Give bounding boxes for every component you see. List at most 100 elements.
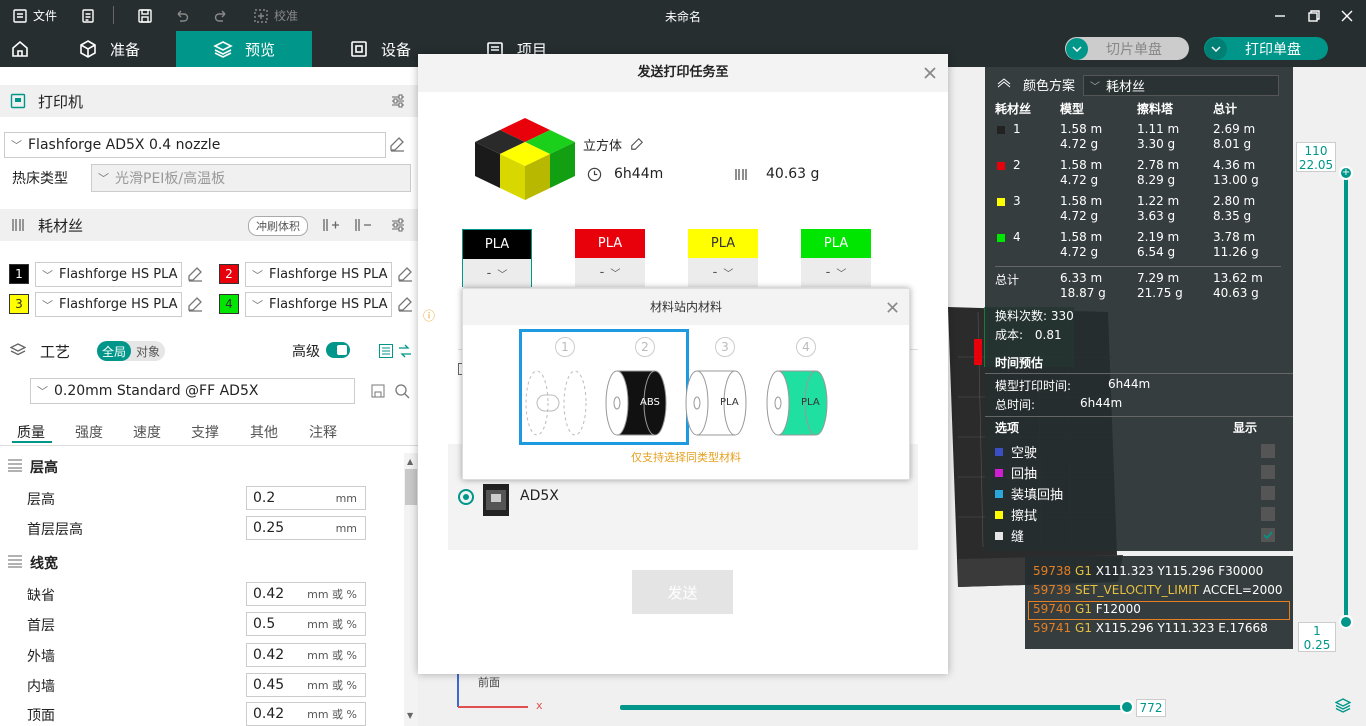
device-radio[interactable] — [458, 489, 474, 505]
subtab-other[interactable]: 其他 — [250, 422, 278, 442]
edit-printer-icon[interactable] — [389, 136, 405, 152]
layer-slider-top-handle[interactable]: + — [1339, 166, 1353, 180]
layers-icon[interactable] — [1335, 697, 1351, 713]
line-width-group: 线宽 — [30, 556, 58, 572]
filament-mapping-4[interactable]: PLA - ﹀ — [801, 229, 871, 287]
station-slot-number: 4 — [796, 337, 816, 357]
chevron-down-icon: ﹀ — [42, 268, 53, 282]
add-filament-icon[interactable] — [322, 217, 340, 233]
print-dropdown-icon[interactable] — [1205, 37, 1227, 60]
color-scheme-select[interactable]: ﹀ 耗材丝 — [1083, 75, 1279, 96]
scrollbar-thumb[interactable] — [405, 469, 417, 505]
bed-type-value: 光滑PEI板/高温板 — [115, 171, 226, 187]
filament-swatch-4[interactable]: 4 — [219, 294, 239, 314]
slice-button[interactable]: 切片单盘 — [1065, 37, 1189, 60]
toggle-global[interactable]: 全局 — [97, 341, 131, 361]
show-title: 显示 — [1233, 421, 1258, 435]
settings-sliders-icon[interactable] — [390, 217, 406, 233]
divider — [985, 373, 1293, 374]
chevron-down-icon: ﹀ — [42, 298, 53, 312]
save-preset-icon[interactable] — [370, 383, 386, 399]
minimize-button[interactable] — [1273, 0, 1287, 31]
settings-scrollbar[interactable]: ▲ ▼ — [404, 453, 418, 726]
subtab-speed[interactable]: 速度 — [133, 422, 161, 442]
slice-dropdown-icon[interactable] — [1066, 37, 1088, 60]
home-button[interactable] — [0, 31, 40, 67]
filament-swatch-1[interactable]: 1 — [9, 264, 29, 284]
flush-volume-button[interactable]: 冲刷体积 — [248, 216, 308, 236]
bed-type-label: 热床类型 — [12, 171, 68, 187]
print-button[interactable]: 打印单盘 — [1204, 37, 1328, 60]
layer-slider-bottom-handle[interactable] — [1339, 615, 1353, 629]
width-inner-wall-input[interactable]: 0.45 mm 或 % — [246, 673, 366, 697]
close-window-button[interactable] — [1340, 0, 1354, 31]
subtab-strength[interactable]: 强度 — [75, 422, 103, 442]
maximize-button[interactable] — [1307, 0, 1321, 31]
send-button[interactable]: 发送 — [632, 570, 733, 614]
collapse-icon[interactable] — [997, 78, 1011, 88]
option-visibility-checkbox[interactable] — [1261, 528, 1275, 542]
filament-mapping-select[interactable]: - ﹀ — [688, 258, 758, 287]
filament-mapping-3[interactable]: PLA - ﹀ — [688, 229, 758, 287]
tab-preview[interactable]: 预览 — [176, 31, 312, 67]
close-icon[interactable] — [923, 66, 937, 80]
station-slot-number: 2 — [635, 337, 655, 357]
edit-name-icon[interactable] — [630, 137, 644, 151]
global-object-toggle[interactable]: 全局 对象 — [97, 341, 165, 361]
divider — [995, 266, 1281, 267]
move-slider-handle[interactable] — [1120, 700, 1134, 714]
filament-mapping-select[interactable]: - ﹀ — [575, 258, 645, 287]
spool-icon[interactable] — [523, 365, 607, 439]
edit-filament-icon[interactable] — [187, 266, 203, 282]
printer-select[interactable]: ﹀ Flashforge AD5X 0.4 nozzle — [4, 132, 386, 158]
option-visibility-checkbox[interactable] — [1261, 444, 1275, 458]
width-default-label: 缺省 — [27, 588, 55, 604]
filament-mapping-2[interactable]: PLA - ﹀ — [575, 229, 645, 287]
chevron-down-icon: ﹀ — [11, 139, 22, 152]
option-visibility-checkbox[interactable] — [1261, 465, 1275, 479]
subtab-support[interactable]: 支撑 — [191, 422, 219, 442]
gcode-line: 59741 G1 X115.296 Y111.323 E.17668 — [1033, 621, 1268, 635]
print-time: 6h44m — [614, 166, 664, 182]
filament-swatch-2[interactable]: 2 — [219, 264, 239, 284]
width-first-layer-value: 0.5 — [253, 616, 276, 632]
subtab-quality[interactable]: 质量 — [17, 422, 45, 442]
width-outer-wall-input[interactable]: 0.42 mm 或 % — [246, 643, 366, 667]
remove-filament-icon[interactable] — [354, 217, 372, 233]
edit-filament-icon[interactable] — [397, 266, 413, 282]
first-layer-height-input[interactable]: 0.25 mm — [246, 516, 366, 540]
filament-swatch-3[interactable]: 3 — [9, 294, 29, 314]
settings-sliders-icon[interactable] — [390, 93, 406, 109]
layer-slider-track[interactable] — [1344, 174, 1348, 622]
station-slot-number: 1 — [555, 337, 575, 357]
filament-select-3[interactable]: ﹀ Flashforge HS PLA — [35, 292, 182, 317]
process-preset-select[interactable]: ﹀ 0.20mm Standard @FF AD5X — [30, 378, 355, 404]
width-default-input[interactable]: 0.42 mm 或 % — [246, 582, 366, 606]
compare-icon[interactable] — [397, 343, 413, 359]
filament-select-2[interactable]: ﹀ Flashforge HS PLA — [245, 262, 392, 287]
option-color-swatch — [995, 489, 1003, 498]
edit-filament-icon[interactable] — [397, 296, 413, 312]
option-visibility-checkbox[interactable] — [1261, 507, 1275, 521]
width-top-surface-input[interactable]: 0.42 mm 或 % — [246, 702, 366, 726]
filament-mapping-1[interactable]: PLA - ﹀ — [462, 229, 532, 288]
close-icon[interactable] — [886, 301, 899, 314]
option-visibility-checkbox[interactable] — [1261, 486, 1275, 500]
width-first-layer-input[interactable]: 0.5 mm 或 % — [246, 612, 366, 636]
toggle-object[interactable]: 对象 — [131, 341, 165, 361]
filament-select-1[interactable]: ﹀ Flashforge HS PLA — [35, 262, 182, 287]
subtab-notes[interactable]: 注释 — [309, 422, 337, 442]
filament-select-4[interactable]: ﹀ Flashforge HS PLA — [245, 292, 392, 317]
filament-mapping-select[interactable]: - ﹀ — [801, 258, 871, 287]
filament-mapping-select[interactable]: - ﹀ — [463, 259, 531, 288]
bed-type-select[interactable]: ﹀ 光滑PEI板/高温板 — [91, 164, 411, 192]
tab-device[interactable]: 设备 — [349, 31, 411, 67]
tab-prepare[interactable]: 准备 — [78, 31, 140, 67]
move-slider-track[interactable] — [620, 705, 1128, 710]
list-view-icon[interactable] — [378, 343, 394, 359]
search-icon[interactable] — [394, 383, 410, 399]
advanced-switch[interactable] — [326, 342, 350, 358]
layer-height-input[interactable]: 0.2 mm — [246, 486, 366, 510]
home-icon — [12, 40, 28, 57]
edit-filament-icon[interactable] — [187, 296, 203, 312]
